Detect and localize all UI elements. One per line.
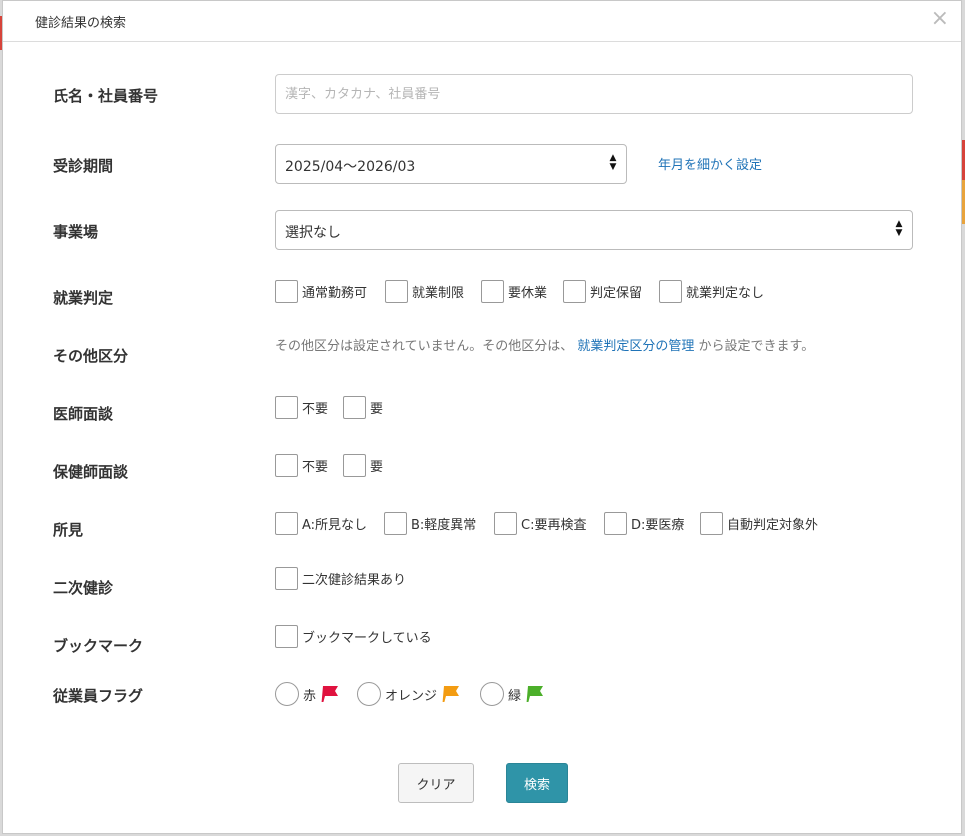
- period-select-value: 2025/04〜2026/03: [285, 159, 416, 175]
- secondary-checkup-label: 二次健診: [53, 579, 114, 597]
- employment-option-normal[interactable]: 通常勤務可: [275, 280, 367, 303]
- radio-button[interactable]: [275, 682, 299, 706]
- checkbox[interactable]: [385, 280, 408, 303]
- checkbox[interactable]: [481, 280, 504, 303]
- flag-option-orange[interactable]: オレンジ: [357, 682, 461, 706]
- search-button[interactable]: 検索: [506, 763, 568, 803]
- checkbox[interactable]: [384, 512, 407, 535]
- other-category-label: その他区分: [53, 347, 129, 365]
- workplace-select[interactable]: 選択なし ▲ ▼: [275, 210, 913, 250]
- doctor-interview-option-not-required[interactable]: 不要: [275, 396, 328, 419]
- close-icon[interactable]: ×: [931, 8, 949, 30]
- checkbox[interactable]: [604, 512, 627, 535]
- employment-option-restricted[interactable]: 就業制限: [385, 280, 464, 303]
- bookmark-option[interactable]: ブックマークしている: [275, 625, 432, 648]
- radio-button[interactable]: [480, 682, 504, 706]
- orange-flag-icon: [442, 686, 460, 702]
- findings-option-c[interactable]: C:要再検査: [494, 512, 586, 535]
- checkbox[interactable]: [343, 396, 366, 419]
- flag-option-green[interactable]: 緑: [480, 682, 545, 706]
- checkbox[interactable]: [700, 512, 723, 535]
- findings-option-d[interactable]: D:要医療: [604, 512, 684, 535]
- name-label: 氏名・社員番号: [53, 87, 159, 105]
- checkbox[interactable]: [659, 280, 682, 303]
- radio-button[interactable]: [357, 682, 381, 706]
- search-modal: 健診結果の検索 × 氏名・社員番号 受診期間 2025/04〜2026/03 ▲…: [2, 0, 962, 834]
- bookmark-label: ブックマーク: [53, 637, 144, 655]
- checkbox[interactable]: [275, 280, 298, 303]
- green-flag-icon: [526, 686, 544, 702]
- checkbox[interactable]: [494, 512, 517, 535]
- checkbox[interactable]: [563, 280, 586, 303]
- nurse-interview-label: 保健師面談: [53, 463, 129, 481]
- checkbox[interactable]: [343, 454, 366, 477]
- select-arrows-icon: ▲ ▼: [609, 153, 617, 172]
- red-flag-icon: [321, 686, 339, 702]
- modal-header: 健診結果の検索 ×: [3, 1, 961, 42]
- checkbox[interactable]: [275, 567, 298, 590]
- checkbox[interactable]: [275, 625, 298, 648]
- doctor-interview-option-required[interactable]: 要: [343, 396, 383, 419]
- checkbox[interactable]: [275, 454, 298, 477]
- nurse-interview-option-required[interactable]: 要: [343, 454, 383, 477]
- clear-button[interactable]: クリア: [398, 763, 474, 803]
- period-detail-link[interactable]: 年月を細かく設定: [658, 154, 762, 173]
- flag-option-red[interactable]: 赤: [275, 682, 340, 706]
- employment-option-none[interactable]: 就業判定なし: [659, 280, 764, 303]
- employee-flag-label: 従業員フラグ: [53, 687, 144, 705]
- modal-title: 健診結果の検索: [35, 16, 127, 31]
- nurse-interview-option-not-required[interactable]: 不要: [275, 454, 328, 477]
- employment-option-pending[interactable]: 判定保留: [563, 280, 642, 303]
- findings-option-auto-excluded[interactable]: 自動判定対象外: [700, 512, 818, 535]
- employment-option-leave[interactable]: 要休業: [481, 280, 547, 303]
- period-select[interactable]: 2025/04〜2026/03 ▲ ▼: [275, 144, 627, 184]
- other-category-note: その他区分は設定されていません。その他区分は、 就業判定区分の管理 から設定でき…: [275, 339, 815, 354]
- checkbox[interactable]: [275, 396, 298, 419]
- workplace-label: 事業場: [53, 223, 99, 241]
- secondary-checkup-option[interactable]: 二次健診結果あり: [275, 567, 406, 590]
- doctor-interview-label: 医師面談: [53, 405, 114, 423]
- findings-option-b[interactable]: B:軽度異常: [384, 512, 476, 535]
- select-arrows-icon: ▲ ▼: [895, 219, 903, 238]
- findings-label: 所見: [53, 521, 84, 539]
- period-label: 受診期間: [53, 157, 114, 175]
- judgement-category-management-link[interactable]: 就業判定区分の管理: [577, 339, 694, 354]
- name-search-input[interactable]: [275, 74, 913, 114]
- checkbox[interactable]: [275, 512, 298, 535]
- workplace-select-value: 選択なし: [285, 225, 341, 241]
- employment-judgement-label: 就業判定: [53, 289, 114, 307]
- findings-option-a[interactable]: A:所見なし: [275, 512, 367, 535]
